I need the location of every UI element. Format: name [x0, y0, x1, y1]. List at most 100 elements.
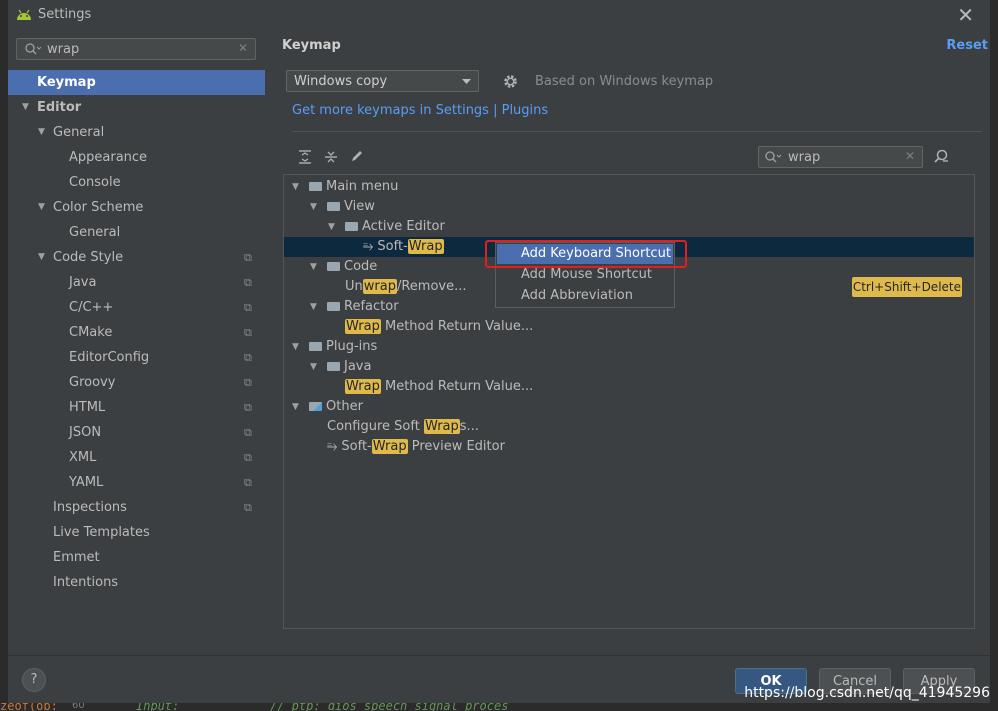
label-text: s... [459, 419, 479, 434]
sidebar-item[interactable]: ▼ Code Style ⧉ [8, 245, 265, 270]
project-scope-icon: ⧉ [244, 251, 252, 264]
action-tree-row[interactable]: ▼ View [284, 197, 974, 217]
project-scope-icon: ⧉ [244, 351, 252, 364]
sidebar-item-label: Live Templates [53, 525, 150, 540]
sidebar-item[interactable]: ▼ Editor [8, 95, 265, 120]
sidebar-item-label: Color Scheme [53, 200, 144, 215]
sidebar-item-label: CMake [69, 325, 113, 340]
keymap-filter-value: wrap [788, 150, 821, 165]
expand-arrow-icon[interactable]: ▼ [292, 397, 299, 417]
action-tree-row[interactable]: ⥱ Soft-Wrap Preview Editor [284, 437, 974, 457]
label-text: Method Return Value... [380, 379, 534, 394]
editor-code-input: Input: [136, 703, 180, 711]
action-tree-row[interactable]: ▼ Active Editor [284, 217, 974, 237]
reset-link[interactable]: Reset [946, 38, 988, 53]
edit-icon[interactable] [350, 149, 364, 163]
collapse-all-icon[interactable] [324, 150, 338, 164]
action-tree-row[interactable]: ▼ Plug-ins [284, 337, 974, 357]
search-icon [25, 43, 41, 55]
expand-arrow-icon[interactable]: ▼ [292, 337, 299, 357]
close-icon[interactable]: ✕ [957, 3, 974, 27]
sidebar-item[interactable]: Groovy ⧉ [8, 370, 265, 395]
expand-arrow-icon[interactable]: ▼ [38, 195, 45, 220]
project-scope-icon: ⧉ [244, 501, 252, 514]
sidebar-item[interactable]: General [8, 220, 265, 245]
sidebar-item-label: Emmet [53, 550, 100, 565]
expand-arrow-icon[interactable]: ▼ [292, 177, 299, 197]
sidebar-item[interactable]: CMake ⧉ [8, 320, 265, 345]
find-shortcut-icon[interactable] [933, 149, 949, 165]
keymap-filter-input[interactable]: wrap ✕ [758, 146, 923, 168]
action-tree-row[interactable]: Wrap Method Return Value... [284, 377, 974, 397]
sidebar-item-label: EditorConfig [69, 350, 150, 365]
help-button[interactable]: ? [22, 668, 46, 692]
sidebar-item[interactable]: XML ⧉ [8, 445, 265, 470]
gear-icon[interactable] [503, 74, 518, 89]
expand-arrow-icon[interactable]: ▼ [310, 257, 317, 277]
label-text: Preview Editor [407, 439, 505, 454]
sidebar-item-label: Editor [37, 100, 82, 115]
sidebar-item[interactable]: Emmet [8, 545, 265, 570]
expand-all-icon[interactable] [298, 150, 312, 164]
sidebar-item[interactable]: ▼ General [8, 120, 265, 145]
sidebar-item[interactable]: EditorConfig ⧉ [8, 345, 265, 370]
sidebar-item[interactable]: Console [8, 170, 265, 195]
sidebar-item-label: Code Style [53, 250, 124, 265]
callout-rectangle [485, 240, 687, 268]
action-tree-row[interactable]: Configure Soft Wraps... [284, 417, 974, 437]
sidebar-item[interactable]: YAML ⧉ [8, 470, 265, 495]
chevron-down-icon [462, 79, 471, 84]
context-menu-item[interactable]: Add Mouse Shortcut [497, 265, 673, 285]
label-text: /Remove... [396, 279, 467, 294]
action-tree-row[interactable]: ▼ Main menu [284, 177, 974, 197]
expand-arrow-icon[interactable]: ▼ [38, 245, 45, 270]
clear-search-icon[interactable]: ✕ [238, 41, 248, 55]
sidebar-item-label: Intentions [53, 575, 119, 590]
project-scope-icon: ⧉ [244, 401, 252, 414]
keymap-select-value: Windows copy [294, 74, 388, 89]
match-highlight: Wrap [371, 439, 408, 454]
action-tree-row[interactable]: Wrap Method Return Value... [284, 317, 974, 337]
settings-search-input[interactable]: wrap ✕ [16, 38, 256, 60]
sidebar-item[interactable]: Keymap [8, 70, 265, 95]
clear-filter-icon[interactable]: ✕ [905, 149, 915, 163]
label-text: Java [344, 359, 372, 374]
action-tree-row[interactable]: ▼ Other [284, 397, 974, 417]
expand-arrow-icon[interactable]: ▼ [38, 120, 45, 145]
label-text: View [344, 199, 375, 214]
action-tree-row[interactable]: ▼ Java [284, 357, 974, 377]
folder-icon [309, 342, 322, 351]
sidebar-item[interactable]: HTML ⧉ [8, 395, 265, 420]
background-editor-strip: zeof(ob: 60 Input: // ptp: dios speech s… [0, 703, 998, 711]
settings-sidebar: wrap ✕ Keymap ▼ Editor ▼ General Appearance Co… [8, 30, 265, 655]
sidebar-item[interactable]: C/C++ ⧉ [8, 295, 265, 320]
keymap-select[interactable]: Windows copy [286, 70, 479, 92]
sidebar-item-label: C/C++ [69, 300, 114, 315]
separator [292, 131, 982, 132]
action-label: Java [327, 357, 371, 377]
context-menu-item[interactable]: Add Abbreviation [497, 286, 673, 306]
sidebar-item[interactable]: Inspections ⧉ [8, 495, 265, 520]
expand-arrow-icon[interactable]: ▼ [310, 197, 317, 217]
sidebar-item[interactable]: Intentions [8, 570, 265, 595]
expand-arrow-icon[interactable]: ▼ [22, 95, 29, 120]
sidebar-item-label: Inspections [53, 500, 127, 515]
sidebar-item-label: HTML [69, 400, 106, 415]
expand-arrow-icon[interactable]: ▼ [310, 357, 317, 377]
sidebar-item[interactable]: Java ⧉ [8, 270, 265, 295]
expand-arrow-icon[interactable]: ▼ [328, 217, 335, 237]
label-text: Un [345, 279, 363, 294]
expand-arrow-icon[interactable]: ▼ [310, 297, 317, 317]
keymap-header: Keymap [282, 38, 341, 53]
sidebar-item[interactable]: JSON ⧉ [8, 420, 265, 445]
action-label: Refactor [327, 297, 399, 317]
sidebar-item[interactable]: Live Templates [8, 520, 265, 545]
sidebar-item[interactable]: Appearance [8, 145, 265, 170]
sidebar-item[interactable]: ▼ Color Scheme [8, 195, 265, 220]
android-icon [17, 9, 31, 20]
sidebar-item-label: Console [69, 175, 121, 190]
get-more-keymaps-link[interactable]: Get more keymaps in Settings | Plugins [292, 103, 548, 118]
action-label: Wrap Method Return Value... [345, 377, 533, 397]
soft-wrap-icon: ⥱ [363, 239, 374, 254]
settings-search-value: wrap [47, 42, 80, 57]
